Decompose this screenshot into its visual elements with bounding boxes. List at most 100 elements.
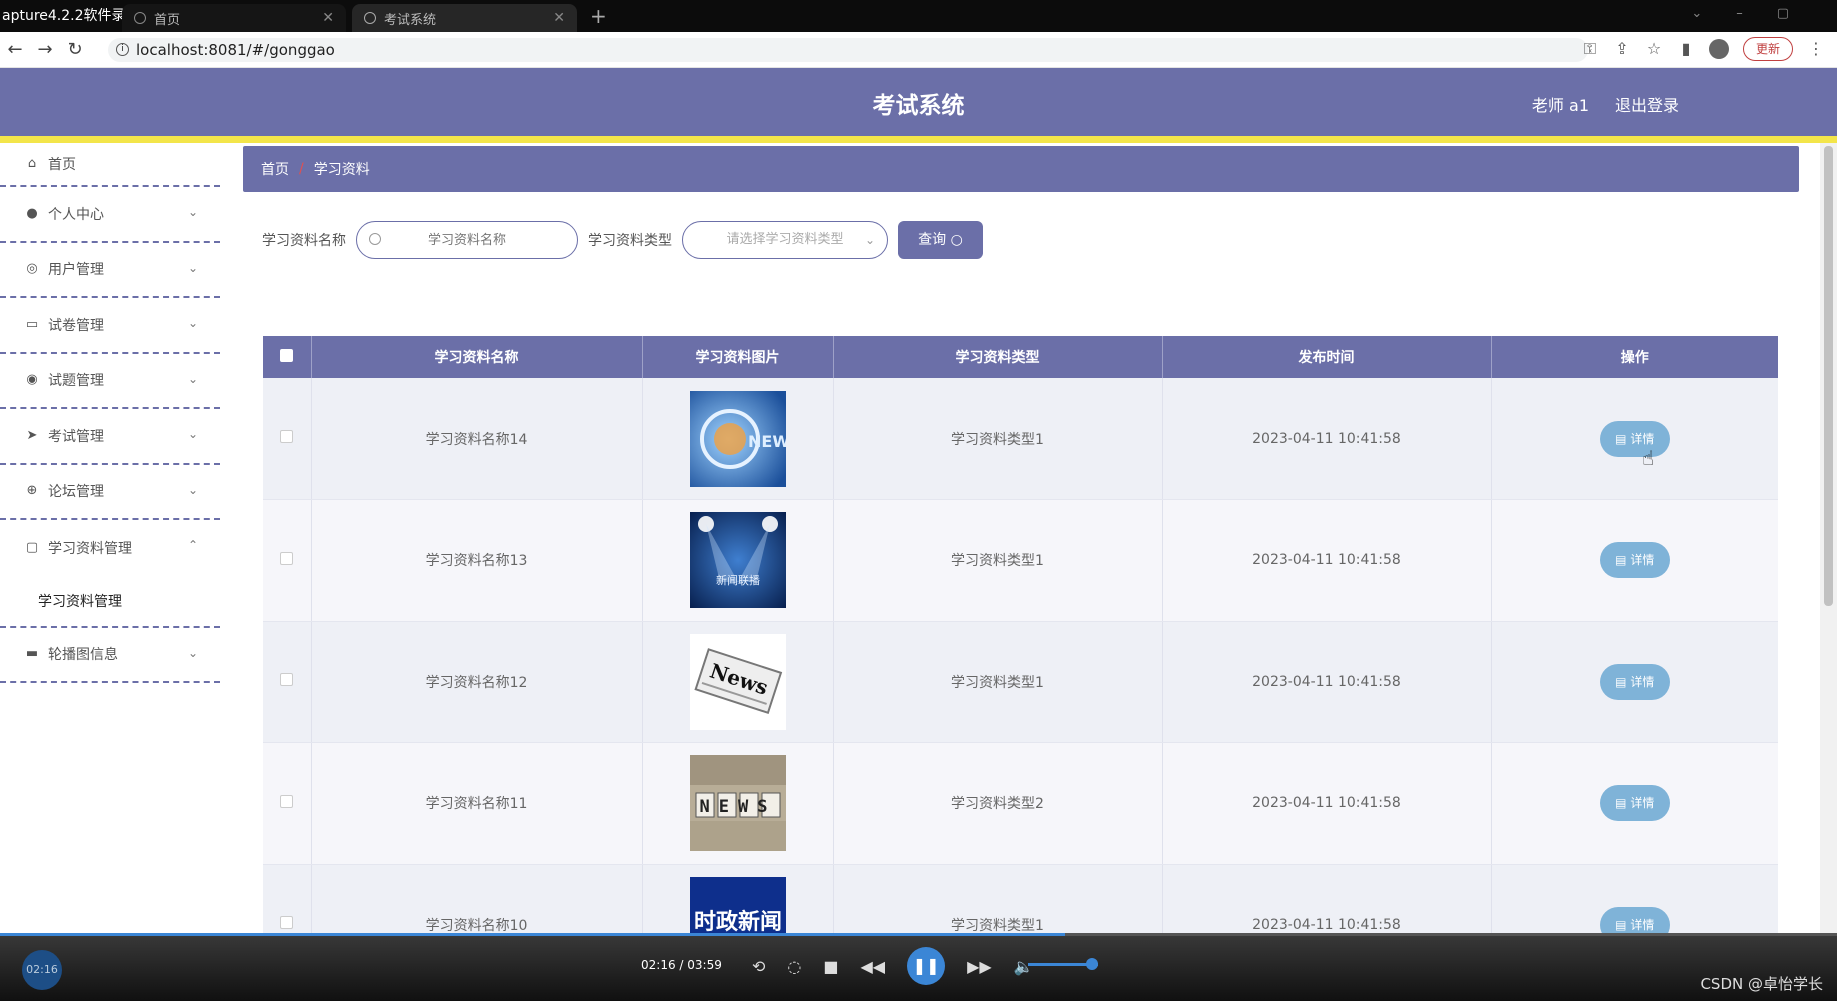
url-field[interactable]: i localhost:8081/#/gonggao — [108, 38, 1588, 62]
reload-icon[interactable]: ↻ — [60, 39, 90, 60]
sidebar-toggle-icon[interactable]: ▮ — [1677, 40, 1695, 58]
address-bar: ← → ↻ i localhost:8081/#/gonggao ⚿ ⇪ ☆ ▮… — [0, 32, 1837, 68]
browser-tab-bar: apture4.2.2软件录制 首页 ✕ 考试系统 ✕ + ⌄–▢ — [0, 0, 1837, 32]
rewind-icon[interactable]: ◀◀ — [861, 957, 886, 976]
back-icon[interactable]: ← — [0, 39, 30, 60]
browser-tab-home[interactable]: 首页 ✕ — [122, 4, 346, 32]
material-name: 学习资料名称13 — [311, 499, 643, 622]
svg-text:NEWS: NEWS — [748, 432, 786, 451]
sidebar-item-forum[interactable]: ⊕ 论坛管理 ⌄ — [0, 465, 220, 520]
menu-icon[interactable]: ⋮ — [1807, 40, 1825, 58]
column-header: 学习资料类型 — [833, 336, 1163, 378]
sidebar-item-questions[interactable]: ◉ 试题管理 ⌄ — [0, 354, 220, 409]
detail-button[interactable]: ▤ 详情 — [1599, 420, 1670, 457]
elapsed-badge: 02:16 — [22, 950, 62, 990]
users-icon: ◎ — [26, 261, 38, 277]
update-button[interactable]: 更新 — [1742, 37, 1793, 61]
select-all-checkbox[interactable] — [280, 348, 294, 362]
pause-icon[interactable]: ❚❚ — [907, 947, 946, 985]
key-icon[interactable]: ⚿ — [1581, 40, 1599, 58]
material-thumbnail[interactable]: News — [689, 633, 786, 730]
fast-forward-icon[interactable]: ▶▶ — [967, 957, 992, 976]
star-icon[interactable]: ☆ — [1645, 40, 1663, 58]
new-tab-icon[interactable]: + — [590, 4, 607, 28]
refresh-icon[interactable]: ◌ — [787, 957, 801, 976]
globe-icon — [134, 12, 146, 24]
search-icon — [369, 233, 381, 245]
breadcrumb-current: 学习资料 — [313, 162, 370, 178]
stop-icon[interactable]: ■ — [823, 957, 838, 976]
paper-icon: ▭ — [25, 316, 39, 332]
sidebar-item-label: 个人中心 — [48, 206, 104, 223]
forward-icon[interactable]: → — [30, 39, 60, 60]
sidebar-item-papers[interactable]: ▭ 试卷管理 ⌄ — [0, 298, 220, 354]
volume-icon[interactable]: 🔈 — [1014, 957, 1034, 976]
sidebar-item-exams[interactable]: ➤ 考试管理 ⌄ — [0, 409, 220, 465]
close-icon[interactable]: ✕ — [553, 10, 565, 26]
sidebar-item-label: 学习资料管理 — [48, 540, 132, 557]
material-thumbnail[interactable]: NEWS — [689, 390, 786, 487]
material-type: 学习资料类型1 — [833, 621, 1163, 743]
sidebar-item-carousel[interactable]: ▬ 轮播图信息 ⌄ — [0, 628, 220, 683]
material-thumbnail[interactable]: 新闻联播 — [689, 512, 786, 609]
sidebar-subitem-materials[interactable]: 学习资料管理 — [0, 576, 220, 628]
column-header: 学习资料图片 — [642, 336, 834, 378]
detail-button[interactable]: ▤ 详情 — [1599, 906, 1670, 933]
chevron-down-icon: ⌄ — [187, 371, 198, 386]
material-thumbnail[interactable]: 时政新闻 — [689, 876, 786, 933]
table-row: 学习资料名称12 News 学习资料类型1 2023-04-11 10:41:5… — [263, 621, 1778, 743]
chevron-down-icon: ⌄ — [187, 316, 198, 330]
browser-actions: ⚿ ⇪ ☆ ▮ 更新 ⋮ — [1581, 37, 1825, 61]
row-checkbox[interactable] — [280, 551, 294, 565]
header-accent-bar — [0, 136, 1837, 143]
sidebar-item-home[interactable]: ⌂ 首页 — [0, 143, 220, 187]
url-text: localhost:8081/#/gonggao — [136, 41, 335, 59]
row-checkbox[interactable] — [280, 430, 294, 443]
detail-button[interactable]: ▤ 详情 — [1599, 663, 1670, 700]
sidebar-item-users[interactable]: ◎ 用户管理 ⌄ — [0, 243, 220, 298]
material-thumbnail[interactable]: NEWS — [689, 755, 786, 852]
tab-label: 首页 — [154, 12, 181, 28]
row-checkbox[interactable] — [280, 673, 294, 687]
table-row: 学习资料名称10 时政新闻 学习资料类型1 2023-04-11 10:41:5… — [263, 864, 1778, 933]
close-icon[interactable]: ✕ — [322, 10, 334, 26]
loop-icon[interactable]: ⟲ — [752, 957, 765, 976]
query-button[interactable]: 查询 ○ — [898, 221, 983, 259]
share-icon[interactable]: ⇪ — [1613, 40, 1631, 58]
row-checkbox[interactable] — [280, 916, 294, 930]
type-select[interactable]: 请选择学习资料类型 ⌄ — [682, 221, 888, 259]
materials-table: 学习资料名称 学习资料图片 学习资料类型 发布时间 操作 学习资料名称14 NE… — [263, 336, 1778, 933]
send-icon: ➤ — [26, 427, 38, 443]
logout-link[interactable]: 退出登录 — [1615, 92, 1679, 116]
sidebar-item-profile[interactable]: ● 个人中心 ⌄ — [0, 187, 220, 243]
sidebar-item-label: 试卷管理 — [48, 317, 104, 334]
hand-cursor-icon: ☝ — [1642, 446, 1655, 470]
breadcrumb-home[interactable]: 首页 — [261, 159, 289, 179]
row-checkbox[interactable] — [280, 794, 294, 808]
info-icon[interactable]: i — [116, 43, 129, 56]
material-image-cell: NEWS — [642, 378, 834, 500]
chevron-down-icon: ⌄ — [187, 482, 198, 497]
type-select-placeholder: 请选择学习资料类型 — [726, 232, 844, 247]
name-search-input[interactable] — [357, 222, 577, 258]
page-scrollbar-thumb[interactable] — [1824, 146, 1833, 606]
detail-button[interactable]: ▤ 详情 — [1599, 542, 1670, 579]
chevron-up-icon: ⌃ — [187, 538, 198, 552]
doc-icon: ▤ — [1615, 796, 1631, 811]
material-type: 学习资料类型2 — [833, 742, 1163, 865]
player-controls: ⟲ ◌ ■ ◀◀ ❚❚ ▶▶ 🔈 — [752, 947, 1034, 985]
sidebar-item-materials[interactable]: ▢ 学习资料管理 ⌃ — [0, 520, 220, 576]
playback-time: 02:16 / 03:59 — [641, 958, 722, 972]
material-name: 学习资料名称12 — [311, 621, 643, 743]
detail-button[interactable]: ▤ 详情 — [1599, 785, 1670, 822]
profile-avatar[interactable] — [1708, 39, 1729, 59]
svg-text:新闻联播: 新闻联播 — [716, 573, 760, 587]
window-controls[interactable]: ⌄–▢ — [1691, 6, 1823, 21]
detail-label: 详情 — [1630, 553, 1655, 568]
material-type: 学习资料类型1 — [833, 378, 1163, 500]
sidebar-item-label: 用户管理 — [48, 262, 104, 279]
volume-knob[interactable] — [1086, 958, 1098, 970]
name-search-field[interactable] — [356, 221, 578, 259]
publish-time: 2023-04-11 10:41:58 — [1162, 621, 1492, 743]
browser-tab-exam[interactable]: 考试系统 ✕ — [352, 4, 577, 32]
